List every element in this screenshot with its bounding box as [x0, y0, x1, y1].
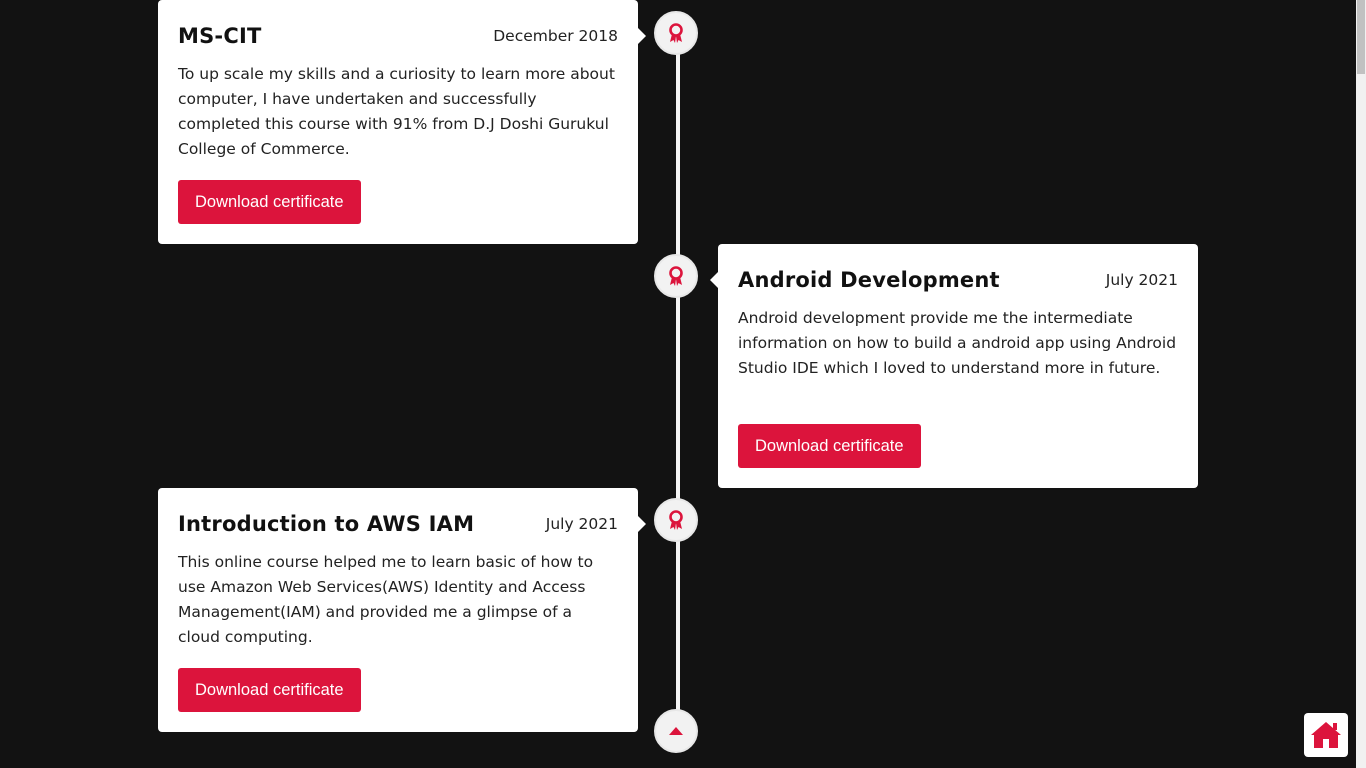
- card-header: Introduction to AWS IAM July 2021: [178, 508, 618, 540]
- page-scrollbar[interactable]: [1356, 0, 1366, 768]
- card-title: Introduction to AWS IAM: [178, 512, 475, 536]
- timeline-card-ms-cit: MS-CIT December 2018 To up scale my skil…: [158, 0, 646, 244]
- timeline-card-aws-iam: Introduction to AWS IAM July 2021 This o…: [158, 488, 646, 732]
- award-ribbon-icon: [669, 266, 683, 286]
- download-certificate-button[interactable]: Download certificate: [178, 180, 361, 224]
- card-header: MS-CIT December 2018: [178, 20, 618, 52]
- card-header: Android Development July 2021: [738, 264, 1178, 296]
- home-icon: [1311, 722, 1341, 748]
- award-ribbon-icon: [669, 510, 683, 530]
- timeline-marker-1: [654, 11, 698, 55]
- scrollbar-thumb[interactable]: [1357, 0, 1365, 74]
- card-title: MS-CIT: [178, 24, 262, 48]
- timeline-marker-2: [654, 254, 698, 298]
- card-description: This online course helped me to learn ba…: [178, 553, 594, 646]
- card-date: July 2021: [1105, 271, 1178, 289]
- download-certificate-button[interactable]: Download certificate: [738, 424, 921, 468]
- card-description: Android development provide me the inter…: [738, 309, 1177, 377]
- card-title: Android Development: [738, 268, 1000, 292]
- card-date: December 2018: [493, 27, 618, 45]
- timeline-marker-3: [654, 498, 698, 542]
- caret-up-icon: [669, 727, 683, 735]
- home-button[interactable]: [1304, 713, 1348, 757]
- card-date: July 2021: [545, 515, 618, 533]
- timeline-card-android-development: Android Development July 2021 Android de…: [710, 244, 1198, 488]
- award-ribbon-icon: [669, 23, 683, 43]
- timeline-end-marker[interactable]: [654, 709, 698, 753]
- timeline-line: [676, 36, 680, 736]
- card-description: To up scale my skills and a curiosity to…: [178, 65, 615, 158]
- download-certificate-button[interactable]: Download certificate: [178, 668, 361, 712]
